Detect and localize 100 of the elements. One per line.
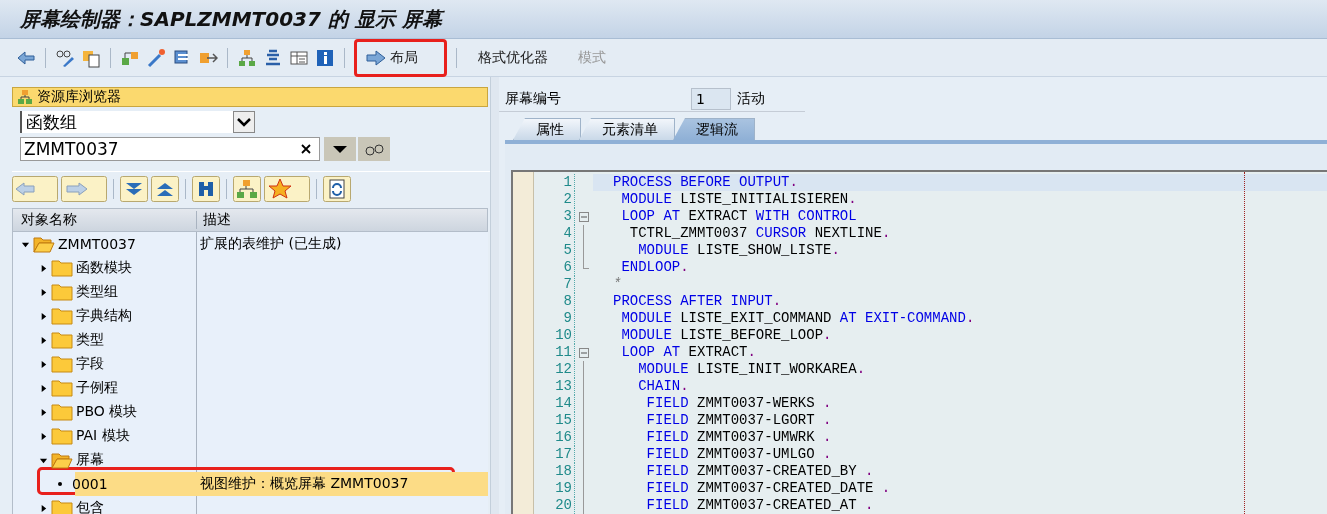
- folder-icon: [51, 451, 73, 469]
- column-header[interactable]: 对象名称: [13, 211, 197, 229]
- code-line: ENDLOOP.: [620, 259, 690, 276]
- line-number: 14: [534, 395, 575, 412]
- chevron-down-icon[interactable]: [233, 111, 255, 133]
- tab[interactable]: 属性: [513, 118, 581, 140]
- folder-icon: [33, 235, 55, 253]
- tree-row[interactable]: 字典结构: [13, 304, 488, 328]
- line-number: 2: [534, 191, 575, 208]
- object-type-dropdown[interactable]: 函数组: [20, 111, 255, 133]
- expand-arrow-icon[interactable]: [39, 335, 48, 345]
- screen-number-field[interactable]: 1: [691, 88, 731, 110]
- tree-node-label[interactable]: 子例程: [76, 379, 118, 397]
- line-number: 3: [534, 208, 575, 225]
- tree-node-label[interactable]: ZMMT0037: [58, 236, 136, 252]
- tree-row[interactable]: 类型: [13, 328, 488, 352]
- folder-icon: [51, 307, 73, 325]
- line-number: 18: [534, 463, 575, 480]
- glasses-pencil-icon[interactable]: [55, 47, 75, 68]
- code-line: FIELD ZMMT0037-UMLGO .: [645, 446, 833, 463]
- field-label: 屏幕编号: [505, 90, 562, 108]
- expand-arrow-icon[interactable]: [39, 287, 48, 297]
- tree-node-label[interactable]: 函数模块: [76, 259, 132, 277]
- status-text: 活动: [737, 90, 765, 108]
- collapse-box-icon[interactable]: [579, 211, 589, 222]
- expand-arrow-icon[interactable]: [39, 359, 48, 369]
- collapse-box-icon[interactable]: [579, 347, 589, 358]
- triangle-down-icon[interactable]: [324, 137, 356, 161]
- tree-row[interactable]: 子例程: [13, 376, 488, 400]
- tree-node-label[interactable]: 类型: [76, 331, 104, 349]
- line-number: 15: [534, 412, 575, 429]
- line-number: 16: [534, 429, 575, 446]
- expand-arrow-icon[interactable]: [39, 431, 48, 441]
- tree-node-label[interactable]: 屏幕: [76, 451, 104, 469]
- expand-arrow-icon[interactable]: [39, 503, 48, 513]
- code-line: MODULE LISTE_BEFORE_LOOP.: [620, 327, 833, 344]
- code-line: MODULE LISTE_SHOW_LISTE.: [637, 242, 841, 259]
- tree-row[interactable]: ZMMT0037 扩展的表维护 (已生成): [13, 232, 488, 256]
- tree-row[interactable]: PBO 模块: [13, 400, 488, 424]
- magic-wand-icon[interactable]: [146, 47, 166, 68]
- tree-node-label[interactable]: PAI 模块: [76, 427, 130, 445]
- line-number: 13: [534, 378, 575, 395]
- folder-icon: [51, 427, 73, 445]
- expand-all-icon[interactable]: [120, 176, 148, 202]
- object-name-field[interactable]: ZMMT0037: [20, 137, 320, 161]
- refresh-icon[interactable]: [323, 176, 351, 202]
- line-number: 4: [534, 225, 575, 242]
- line-number: 12: [534, 361, 575, 378]
- bullet-icon: [57, 481, 63, 487]
- toolbar-button[interactable]: 布局: [360, 44, 424, 71]
- code-line: *: [612, 276, 623, 293]
- glasses-icon[interactable]: [358, 137, 390, 161]
- node-description: 扩展的表维护 (已生成): [200, 235, 342, 251]
- code-line: LOOP AT EXTRACT.: [620, 344, 757, 361]
- align-icon[interactable]: [263, 47, 283, 68]
- expand-arrow-icon[interactable]: [39, 263, 48, 273]
- expand-arrow-icon[interactable]: [39, 383, 48, 393]
- tree-row[interactable]: PAI 模块: [13, 424, 488, 448]
- code-line: FIELD ZMMT0037-LGORT .: [645, 412, 833, 429]
- folder-icon: [51, 499, 73, 514]
- tree-row[interactable]: 函数模块: [13, 256, 488, 280]
- line-number: 20: [534, 497, 575, 514]
- column-header[interactable]: 描述: [197, 211, 231, 229]
- folder-icon: [51, 259, 73, 277]
- tab[interactable]: 逻辑流: [673, 118, 755, 140]
- code-editor[interactable]: [511, 170, 1327, 514]
- expand-arrow-icon[interactable]: [39, 407, 48, 417]
- code-line: FIELD ZMMT0037-CREATED_AT .: [645, 497, 875, 514]
- tab[interactable]: 元素清单: [579, 118, 675, 140]
- code-line: LOOP AT EXTRACT WITH CONTROL: [620, 208, 858, 225]
- code-line: TCTRL_ZMMT0037 CURSOR NEXTLINE.: [628, 225, 892, 242]
- tree-node-label[interactable]: 类型组: [76, 283, 118, 301]
- hierarchy-icon[interactable]: [233, 176, 261, 202]
- line-number: 11: [534, 344, 575, 361]
- line-number: 19: [534, 480, 575, 497]
- line-number: 1: [534, 174, 575, 191]
- folder-icon: [51, 331, 73, 349]
- tree-node-label[interactable]: 0001: [72, 476, 108, 492]
- arrow-right-icon: [366, 49, 386, 66]
- tree-node-label[interactable]: 字典结构: [76, 307, 132, 325]
- expand-arrow-icon[interactable]: [39, 311, 48, 321]
- tree-row[interactable]: 屏幕: [13, 448, 488, 472]
- line-number: 6: [534, 259, 575, 276]
- tree-row[interactable]: 字段: [13, 352, 488, 376]
- toolbar-button[interactable]: 格式优化器: [472, 44, 554, 71]
- tree-node-label[interactable]: 包含: [76, 499, 104, 514]
- tree-node-label[interactable]: PBO 模块: [76, 403, 138, 421]
- tree-row[interactable]: 包含: [13, 496, 488, 514]
- tree-row[interactable]: 类型组: [13, 280, 488, 304]
- close-icon[interactable]: [300, 143, 312, 155]
- code-line: FIELD ZMMT0037-CREATED_DATE .: [645, 480, 892, 497]
- code-line: MODULE LISTE_INITIALISIEREN.: [620, 191, 858, 208]
- code-line: MODULE LISTE_EXIT_COMMAND AT EXIT-COMMAND.: [620, 310, 976, 327]
- info-icon[interactable]: [315, 47, 335, 68]
- folder-icon: [51, 283, 73, 301]
- code-line: FIELD ZMMT0037-WERKS .: [645, 395, 833, 412]
- code-line: FIELD ZMMT0037-UMWRK .: [645, 429, 833, 446]
- line-number: 8: [534, 293, 575, 310]
- tree-node-label[interactable]: 字段: [76, 355, 104, 373]
- collapse-all-icon[interactable]: [151, 176, 179, 202]
